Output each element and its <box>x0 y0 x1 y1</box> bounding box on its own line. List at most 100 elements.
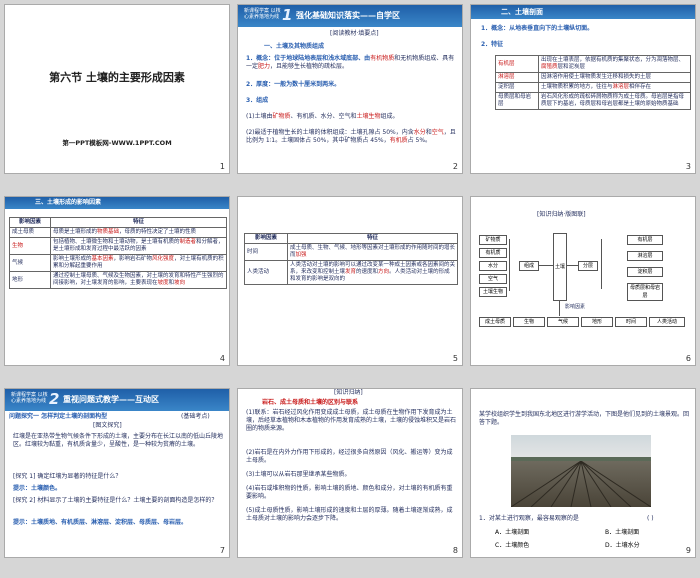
paragraph: 3．组成 <box>246 97 269 104</box>
paragraph: [探究 2] 材料显示了土壤的主要特征是什么？土壤主要的剖面构造是怎样的？ <box>13 497 218 504</box>
table-row: 气候 影响土壤形成的基本因素，影响岩石矿物风化强度，对土壤有机质的积累和分解起重要… <box>9 254 227 272</box>
hint-text: 提示：土壤质地、有机质层、淋溶层、淀积层、母质层、母岩层。 <box>13 519 188 526</box>
diagram-box: 土壤生物 <box>479 287 507 297</box>
diagram-box: 时间 <box>615 317 647 327</box>
table-row: 母质层和母岩层 岩石风化形成的疏松碎屑物质称为成土母质。母岩层是指母质层下的基岩，… <box>495 92 691 110</box>
slide-number: 6 <box>685 354 691 363</box>
header-tag: 新课程学案 以核心素养落地为线 <box>244 8 281 20</box>
question-text: 1．对某土进行观察，最容易观察的是 <box>479 515 579 522</box>
diagram-box: 地形 <box>581 317 613 327</box>
diagram-box: 有机质 <box>479 248 507 258</box>
diagram-box: 水分 <box>479 261 507 271</box>
table-row: 淀积层 土壤物质积累的地方，往往与淋溶层相伴存在 <box>495 82 691 93</box>
paragraph: (5)成土母质性质，影响土壤形成的速度和土层的厚薄。随着土壤逐渐成熟，成土母质对… <box>246 507 453 522</box>
question-heading: 问题探究一 怎样判定土壤的剖面构型 <box>9 413 108 420</box>
diagram-box: 有机层 <box>627 235 663 245</box>
slide-3[interactable]: 二、土壤剖面 1．概念：从地表垂直向下的土壤纵切面。 2．特征 有机层 出现在土壤… <box>470 4 696 174</box>
diagram-box: 组成 <box>519 261 539 271</box>
factors-table: 影响因素 特征 成土母质 母质是土壤形成的物质基础，母质的特性决定了土壤的性质 生物… <box>9 217 227 289</box>
table-row: 地形 通过控制土壤母质、气候及生物因素，对土壤的发育和特性产生强烈的间接影响，对土… <box>9 271 227 289</box>
slide-number: 1 <box>219 162 225 171</box>
table-row: 淋溶层 因淋溶作用使土壤物质发生迁移和损失的土层 <box>495 72 691 83</box>
slide-number: 7 <box>219 546 225 555</box>
summary-label: [知识归纳·版图联] <box>537 211 586 218</box>
paragraph: 2．厚度：一般为数十厘米到两米。 <box>246 81 341 88</box>
table-header-row: 影响因素 特征 <box>244 233 458 244</box>
paragraph: 1．概念：从地表垂直向下的土壤纵切面。 <box>481 25 594 32</box>
diagram-box: 母质层和母岩层 <box>627 283 663 301</box>
diagram-box: 淀积层 <box>627 267 663 277</box>
slide-1-title: 第六节 土壤的主要形成因素 <box>49 71 185 84</box>
slide-number: 8 <box>452 546 458 555</box>
paragraph: (1)土壤由矿物质、有机质、水分、空气和土壤生物组成。 <box>246 113 399 120</box>
paragraph: [探究 1] 确定红壤为显著的特征是什么？ <box>13 473 122 480</box>
table-row: 时间 成土母质、生物、气候、地形等因素对土壤形成的作用随时间的增长而加强 <box>244 243 458 261</box>
diagram-box: 成土母质 <box>479 317 511 327</box>
paragraph: (1)联系：岩石经过风化作用变成成土母质，成土母质在生物作用下发育成为土壤，后经… <box>246 409 457 432</box>
section-number: 1 <box>282 6 293 24</box>
table-header-row: 影响因素 特征 <box>9 217 227 228</box>
diagram-box: 淋溶层 <box>627 251 663 261</box>
header-title: 重视问题式教学——互动区 <box>63 395 159 404</box>
paragraph: (2)最适于植物生长的土壤的体积组成：土壤孔隙占 50%，内含水分和空气，且比例… <box>246 129 456 144</box>
option-c[interactable]: C．土壤颜色 <box>495 542 529 550</box>
slide-number: 4 <box>219 354 225 363</box>
diagram-box: 分层 <box>578 261 598 271</box>
level-label: (基础考点) <box>181 413 210 420</box>
slide-1-subtitle: 第一PPT模板网-WWW.1PPT.COM <box>62 139 172 147</box>
slide-5[interactable]: 影响因素 特征 时间 成土母质、生物、气候、地形等因素对土壤形成的作用随时间的增长而… <box>237 196 463 366</box>
paragraph: 红壤是在亚热带生物气候条件下形成的土壤，主要分布在长江以南的低山丘陵地区。红壤较… <box>13 433 224 448</box>
header-title: 强化基础知识落实——自学区 <box>296 11 400 20</box>
header-tag: 新课程学案 以核心素养落地为线 <box>11 392 48 404</box>
table-row: 有机层 出现在土壤表层，依据有机质的集聚状态，分为凋落物层、腐殖质层和泥炭层 <box>495 55 691 73</box>
slide-number: 9 <box>685 546 691 555</box>
reading-label: [阅读教材·填要点] <box>330 30 379 37</box>
diagram-box: 气候 <box>547 317 579 327</box>
option-d[interactable]: D．土壤水分 <box>605 542 640 550</box>
slide-1[interactable]: 第六节 土壤的主要形成因素 第一PPT模板网-WWW.1PPT.COM 1 <box>4 4 230 174</box>
answer-paren: ( ) <box>647 515 654 522</box>
slide-header: 三、土壤形成的影响因素 <box>5 197 229 209</box>
section-heading: 岩石、成土母质和土壤的区别与联系 <box>262 399 359 406</box>
slide-number: 3 <box>685 162 691 171</box>
slide-number: 5 <box>452 354 458 363</box>
paragraph: 1．概念：位于地球陆地表层和浅水域底部、由有机物质和无机物质组成、具有一定肥力，… <box>246 55 455 70</box>
field-furrows-image <box>511 457 651 507</box>
slide-9[interactable]: 某学校组织学生到我国东北地区进行游学活动，下图是他们见到的土壤景观。回答下题。 … <box>470 388 696 558</box>
diagram-box: 人类活动 <box>649 317 685 327</box>
diagram-box: 土壤 <box>553 233 567 301</box>
soil-profile-table: 有机层 出现在土壤表层，依据有机质的集聚状态，分为凋落物层、腐殖质层和泥炭层 淋溶… <box>495 55 691 110</box>
table-row: 生物 包括植物、土壤微生物和土壤动物，是土壤有机质的制造者和分解者，是土壤形成和发… <box>9 237 227 255</box>
diagram-box: 空气 <box>479 274 507 284</box>
slide-4[interactable]: 三、土壤形成的影响因素 影响因素 特征 成土母质 母质是土壤形成的物质基础，母质的特… <box>4 196 230 366</box>
slide-header: 新课程学案 以核心素养落地为线 1 强化基础知识落实——自学区 <box>238 5 462 27</box>
hint-text: 提示：土壤颜色。 <box>13 485 62 492</box>
factors-table: 影响因素 特征 时间 成土母质、生物、气候、地形等因素对土壤形成的作用随时间的增长而… <box>244 233 458 285</box>
paragraph: (4)岩石或堆积物的性质，影响土壤的质地、颜色和成分，对土壤的有机质有重要影响。 <box>246 485 453 500</box>
explore-label: [图文探究] <box>93 422 122 429</box>
option-a[interactable]: A．土壤剖面 <box>495 529 529 537</box>
slide-7[interactable]: 新课程学案 以核心素养落地为线 2 重视问题式教学——互动区 问题探究一 怎样判… <box>4 388 230 558</box>
diagram-label: 影响因素 <box>565 304 586 310</box>
diagram-box: 矿物质 <box>479 235 507 245</box>
slide-6[interactable]: [知识归纳·版图联] 矿物质 有机质 水分 空气 土壤生物 组成 土壤 分层 有… <box>470 196 696 366</box>
concept-diagram: 矿物质 有机质 水分 空气 土壤生物 组成 土壤 分层 有机层 淋溶层 淀积层 … <box>477 223 691 363</box>
option-b[interactable]: B．土壤剖面 <box>605 529 639 537</box>
diagram-box: 生物 <box>513 317 545 327</box>
slide-grid: 第六节 土壤的主要形成因素 第一PPT模板网-WWW.1PPT.COM 1 新课… <box>0 0 700 578</box>
table-row: 人类活动 人类活动对土壤的影响可以通过改变某一种成土因素或各因素间的关系，来改变和… <box>244 260 458 285</box>
slide-header: 新课程学案 以核心素养落地为线 2 重视问题式教学——互动区 <box>5 389 229 411</box>
table-row: 成土母质 母质是土壤形成的物质基础，母质的特性决定了土壤的性质 <box>9 227 227 238</box>
paragraph: (3)土壤可以从岩石那里继承某些物质。 <box>246 471 351 478</box>
paragraph: 某学校组织学生到我国东北地区进行游学活动，下图是他们见到的土壤景观。回答下题。 <box>479 411 690 426</box>
paragraph: (2)岩石是在内外力作用下形成的，经过很多自然原因（风化、搬运等）变为成土母质。 <box>246 449 453 464</box>
slide-8[interactable]: [知识归纳] 岩石、成土母质和土壤的区别与联系 (1)联系：岩石经过风化作用变成… <box>237 388 463 558</box>
section-number: 2 <box>49 390 60 408</box>
soil-landscape-image <box>511 435 651 507</box>
paragraph: 2．特征 <box>481 41 504 48</box>
slide-2[interactable]: 新课程学案 以核心素养落地为线 1 强化基础知识落实——自学区 [阅读教材·填要… <box>237 4 463 174</box>
section-heading: 一、土壤及其物质组成 <box>264 43 325 50</box>
slide-header: 二、土壤剖面 <box>471 5 695 19</box>
slide-number: 2 <box>452 162 458 171</box>
summary-label: [知识归纳] <box>334 389 363 396</box>
